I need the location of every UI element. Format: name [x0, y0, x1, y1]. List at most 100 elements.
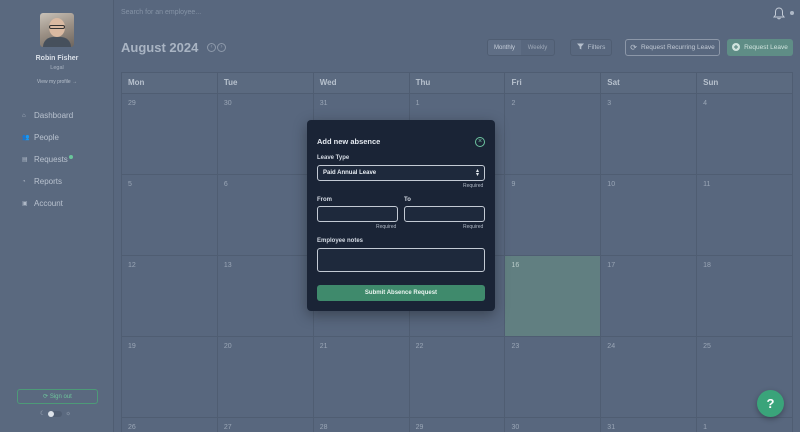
calendar-week: 26 27 28 29 30 31 1	[121, 418, 794, 432]
weekday-label: Mon	[122, 73, 218, 93]
weekday-label: Sun	[703, 78, 719, 87]
calendar-day[interactable]: 20	[217, 337, 314, 418]
request-recurring-leave-button[interactable]: ⟳ Request Recurring Leave	[625, 39, 720, 56]
account-icon: ▣	[22, 201, 28, 207]
weekday-label: Thu	[410, 73, 506, 93]
calendar-day[interactable]: 12	[121, 256, 218, 337]
calendar-day[interactable]: 17	[601, 256, 698, 337]
sidebar-item-dashboard[interactable]: ⌂ Dashboard	[22, 110, 73, 121]
view-toggle: Monthly Weekly	[487, 39, 555, 56]
notification-dot	[68, 154, 73, 159]
to-label: To	[404, 197, 411, 203]
add-absence-modal: Add new absence × Leave Type Paid Annual…	[307, 120, 495, 311]
calendar-day[interactable]: 29	[121, 94, 218, 175]
chevron-left-icon[interactable]: ‹	[207, 43, 216, 52]
calendar-day[interactable]: 26	[121, 418, 218, 432]
calendar-week: 19 20 21 22 23 24 25	[121, 337, 794, 418]
calendar-day[interactable]: 3	[601, 94, 698, 175]
month-navigation: ‹ ›	[207, 43, 226, 52]
recurring-label: Request Recurring Leave	[640, 44, 715, 51]
people-icon: 👥	[22, 135, 30, 141]
calendar-day[interactable]: 10	[601, 175, 698, 256]
theme-toggle[interactable]	[48, 410, 63, 417]
weekday-label: Fri	[505, 73, 602, 93]
chevron-right-icon[interactable]: ›	[217, 43, 226, 52]
calendar-day[interactable]: 11	[697, 175, 794, 256]
month-title: August 2024	[121, 40, 199, 55]
leave-type-label: Leave Type	[317, 155, 350, 161]
leave-type-select[interactable]: Paid Annual Leave ▴ ▾	[317, 165, 485, 181]
modal-title: Add new absence	[317, 137, 381, 146]
request-leave-label: Request Leave	[744, 44, 788, 51]
calendar-day[interactable]: 9	[505, 175, 602, 256]
moon-icon: ☾	[40, 411, 46, 417]
calendar-day[interactable]: 5	[121, 175, 218, 256]
avatar[interactable]	[40, 13, 74, 47]
calendar-day[interactable]: 30	[505, 418, 602, 432]
from-date-input[interactable]	[317, 206, 398, 222]
filters-label: Filters	[587, 44, 606, 51]
from-label: From	[317, 197, 332, 203]
calendar-day[interactable]: 19	[121, 337, 218, 418]
search-input[interactable]: Search for an employee...	[121, 9, 201, 16]
weekday-label: Tue	[218, 73, 314, 93]
close-icon[interactable]: ×	[475, 137, 485, 147]
sidebar-item-reports[interactable]: ◔ Reports	[22, 176, 73, 187]
submit-absence-request-button[interactable]: Submit Absence Request	[317, 285, 485, 301]
help-button[interactable]: ?	[757, 390, 784, 417]
calendar-day[interactable]: 31	[601, 418, 698, 432]
calendar-day-today[interactable]: 16	[505, 256, 602, 337]
bell-icon[interactable]	[773, 7, 785, 25]
calendar-day[interactable]: 24	[601, 337, 698, 418]
employee-notes-label: Employee notes	[317, 238, 364, 244]
sidebar-item-requests[interactable]: ▤ Requests	[22, 154, 73, 165]
sidebar-item-label: Requests	[34, 155, 68, 164]
sidebar-nav: ⌂ Dashboard 👥 People ▤ Requests ◔ Report…	[22, 110, 73, 220]
sidebar-item-label: Reports	[34, 177, 63, 186]
weekday-header: Mon Tue Wed Thu Fri Sat Sun	[121, 72, 793, 94]
calendar-day[interactable]: 4	[697, 94, 794, 175]
leave-type-value: Paid Annual Leave	[323, 170, 377, 176]
calendar-day[interactable]: 1	[697, 418, 794, 432]
weekday-label: Wed	[314, 73, 410, 93]
filters-button[interactable]: Filters	[570, 39, 612, 56]
user-department: Legal	[50, 65, 64, 71]
filter-icon	[576, 43, 584, 52]
sidebar: Robin Fisher Legal View my profile → ⌂ D…	[0, 0, 114, 432]
tab-weekly[interactable]: Weekly	[521, 40, 554, 55]
calendar-day[interactable]: 2	[505, 94, 602, 175]
to-date-input[interactable]	[404, 206, 485, 222]
employee-notes-textarea[interactable]	[317, 248, 485, 272]
weekday-label: Sat	[601, 73, 698, 93]
theme-switcher[interactable]: ☾ ☼	[40, 410, 71, 417]
home-icon: ⌂	[22, 112, 26, 119]
calendar-day[interactable]: 6	[217, 175, 314, 256]
sidebar-item-label: People	[34, 133, 59, 142]
sun-icon: ☼	[65, 410, 71, 417]
chart-icon: ◔	[22, 178, 26, 185]
tab-monthly[interactable]: Monthly	[488, 40, 521, 55]
calendar-day[interactable]: 18	[697, 256, 794, 337]
sign-out-button[interactable]: ⟳ Sign out	[17, 389, 98, 404]
document-icon: ▤	[22, 157, 28, 163]
calendar-day[interactable]: 28	[314, 418, 410, 432]
chevron-up-down-icon: ▴ ▾	[475, 168, 479, 178]
calendar-day[interactable]: 22	[409, 337, 506, 418]
request-leave-button[interactable]: Request Leave	[727, 39, 793, 56]
calendar-day[interactable]: 23	[505, 337, 602, 418]
required-hint: Required	[376, 224, 397, 230]
sidebar-item-people[interactable]: 👥 People	[22, 132, 73, 143]
calendar-day[interactable]: 13	[217, 256, 314, 337]
view-profile-link[interactable]: View my profile →	[0, 79, 114, 85]
sidebar-item-label: Dashboard	[34, 111, 74, 120]
sidebar-item-label: Account	[34, 199, 63, 208]
plus-circle-icon	[732, 42, 741, 53]
refresh-icon: ⟳	[630, 43, 637, 52]
notification-dot	[790, 11, 794, 15]
calendar-day[interactable]: 27	[218, 418, 314, 432]
sidebar-item-account[interactable]: ▣ Account	[22, 198, 73, 209]
user-name: Robin Fisher	[35, 55, 79, 62]
calendar-day[interactable]: 21	[313, 337, 410, 418]
calendar-day[interactable]: 29	[410, 418, 506, 432]
calendar-day[interactable]: 30	[217, 94, 314, 175]
